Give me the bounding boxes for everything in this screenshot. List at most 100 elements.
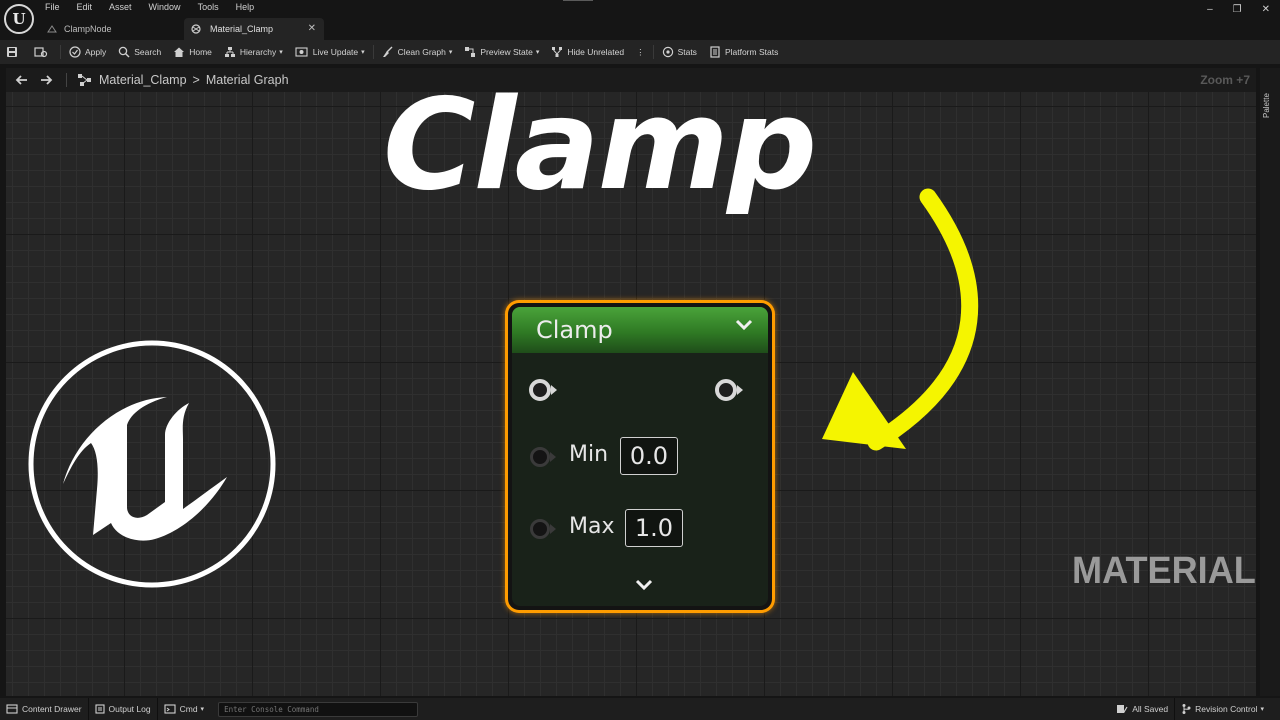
kebab-menu-icon: ⋮ [636,46,645,57]
menu-window[interactable]: Window [149,2,181,12]
hierarchy-button[interactable]: Hierarchy ▾ [218,40,289,64]
clamp-node[interactable]: Clamp Min 0.0 Max 1.0 [505,300,775,613]
save-icon [7,47,17,57]
chevron-down-icon[interactable] [734,317,754,333]
toolbar-separator [372,45,374,59]
browse-button[interactable] [28,40,58,64]
breadcrumb-chevron-icon: > [192,73,200,87]
clamp-node-header[interactable]: Clamp [512,307,768,353]
save-button[interactable] [0,40,28,64]
hide-unrelated-button[interactable]: Hide Unrelated [545,40,630,64]
revision-control-icon [1182,704,1191,714]
menu-edit[interactable]: Edit [77,2,93,12]
input-pin[interactable] [529,379,551,401]
breadcrumb-asset[interactable]: Material_Clamp [99,73,187,87]
home-button[interactable]: Home [167,40,218,64]
content-drawer-icon [6,704,18,714]
input-pin-arrow-icon [551,385,557,395]
status-bar: Content Drawer Output Log Cmd ▾ All Save… [0,698,1280,720]
clamp-node-body: Clamp Min 0.0 Max 1.0 [512,307,768,606]
platform-stats-button[interactable]: Platform Stats [703,40,784,64]
back-arrow-icon[interactable] [14,74,28,86]
palette-side-tab[interactable] [1260,68,1280,696]
console-command-input[interactable] [218,701,419,717]
search-button[interactable]: Search [112,40,167,64]
output-log-icon [94,704,105,714]
output-pin[interactable] [715,379,737,401]
minimize-icon[interactable]: – [1207,4,1213,15]
forward-arrow-icon[interactable] [40,74,54,86]
material-watermark: MATERIAL [1072,550,1256,592]
browse-asset-icon [34,47,48,58]
window-drag-indicator [563,0,593,1]
menu-asset[interactable]: Asset [109,2,132,12]
min-value-field[interactable]: 0.0 [620,437,678,475]
max-pin-arrow-icon [550,524,556,534]
preview-state-icon [465,47,476,57]
content-drawer-button[interactable]: Content Drawer [0,698,88,720]
tab-material-clamp[interactable]: Material_Clamp ✕ [184,18,324,40]
yellow-arrow-icon [822,188,979,451]
zoom-level: Zoom +7 [1200,73,1250,87]
overlay-title: Clamp [383,92,817,218]
close-icon[interactable]: ✕ [308,18,316,40]
output-pin-arrow-icon [737,385,743,395]
broom-icon [382,46,393,57]
palette-tab-label[interactable]: Palette [1262,93,1271,118]
max-value-field[interactable]: 1.0 [625,509,683,547]
max-label: Max [569,514,615,539]
clean-graph-button[interactable]: Clean Graph ▾ [376,40,459,64]
chevron-down-icon: ▾ [448,49,453,56]
stats-icon [662,46,673,58]
search-label: Search [134,47,162,57]
breadcrumb-graph[interactable]: Material Graph [206,73,289,87]
saved-icon [1117,705,1128,713]
graph-icon [78,74,91,86]
breadcrumb-divider [66,73,67,87]
menu-file[interactable]: File [45,2,60,12]
close-window-icon[interactable]: ✕ [1262,4,1270,15]
clean-graph-label: Clean Graph [397,47,446,57]
home-label: Home [189,47,212,57]
window-controls: – ❐ ✕ [1207,4,1270,15]
history-nav [6,74,54,86]
all-saved-button[interactable]: All Saved [1110,698,1174,720]
hide-unrelated-label: Hide Unrelated [567,47,625,57]
material-editor-toolbar: Apply Search Home Hierarchy ▾ Live Updat… [0,40,1280,64]
min-pin[interactable] [530,447,550,467]
stats-button[interactable]: Stats [656,40,703,64]
platform-stats-icon [710,46,720,58]
material-tab-icon [47,25,57,33]
graph-breadcrumb-bar: Material_Clamp > Material Graph Zoom +7 [6,68,1256,92]
min-label: Min [569,442,609,467]
tab-label: Material_Clamp [210,24,274,34]
breadcrumb: Material_Clamp > Material Graph [77,73,289,87]
apply-button[interactable]: Apply [63,40,112,64]
chevron-down-icon: ▾ [1260,706,1264,713]
menu-tools[interactable]: Tools [198,2,219,12]
menu-help[interactable]: Help [236,2,255,12]
unreal-logo-icon[interactable]: U [4,4,34,34]
toolbar-separator [60,45,61,59]
cmd-dropdown[interactable]: Cmd ▾ [158,698,210,720]
min-pin-arrow-icon [550,452,556,462]
chevron-down-icon: ▾ [535,49,540,56]
stats-label: Stats [677,47,697,57]
more-options-button[interactable]: ⋮ [630,40,651,64]
preview-state-button[interactable]: Preview State ▾ [458,40,545,64]
hierarchy-icon [224,47,235,57]
tab-clampnode[interactable]: ClampNode [40,18,184,40]
expand-chevron-icon[interactable] [634,578,654,592]
cmd-label: Cmd [179,704,198,714]
live-update-label: Live Update [312,47,359,57]
live-update-button[interactable]: Live Update ▾ [289,40,371,64]
hierarchy-label: Hierarchy [239,47,277,57]
material-graph-canvas[interactable]: Clamp Clamp Min 0.0 Max 1.0 MATERIAL [6,92,1256,696]
chevron-down-icon: ▾ [200,706,205,713]
tab-label: ClampNode [64,24,112,34]
revision-control-button[interactable]: Revision Control ▾ [1175,698,1270,720]
title-menu-bar: U File Edit Asset Window Tools Help Clam… [0,0,1280,40]
max-pin[interactable] [530,519,550,539]
output-log-button[interactable]: Output Log [89,698,157,720]
maximize-icon[interactable]: ❐ [1233,4,1242,15]
